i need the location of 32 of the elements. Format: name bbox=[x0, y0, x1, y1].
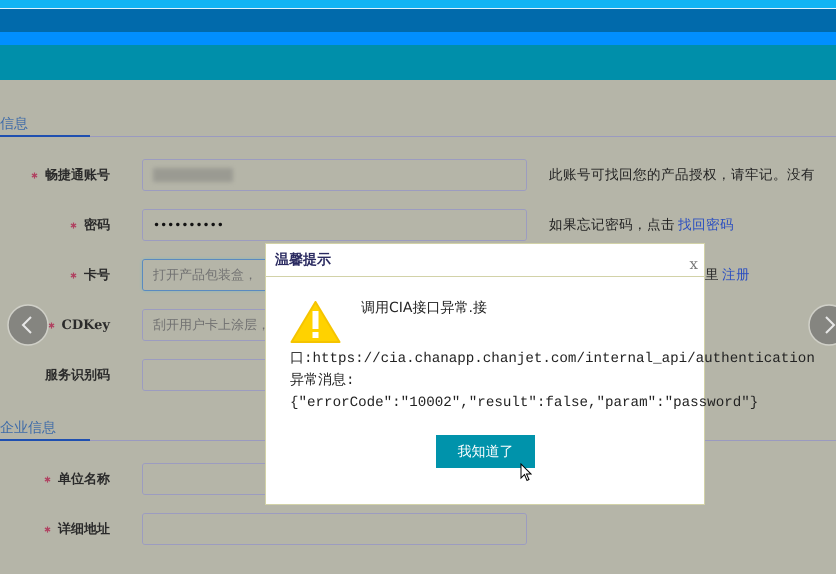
message-text: 口:https://cia.chanapp.chanjet.com/internal_api/authentication bbox=[290, 350, 815, 369]
field-label: 畅捷通账号 bbox=[45, 168, 110, 183]
required-mark-icon bbox=[31, 172, 38, 180]
required-mark-icon bbox=[44, 526, 51, 534]
field-label: 服务识别码 bbox=[45, 368, 110, 383]
field-label: 详细地址 bbox=[58, 522, 110, 537]
message-text: 异常消息: bbox=[290, 372, 355, 391]
cursor-icon bbox=[520, 463, 532, 482]
input-field[interactable] bbox=[142, 159, 527, 191]
hint-text: 里 bbox=[705, 267, 719, 283]
input-field[interactable] bbox=[142, 513, 527, 545]
required-mark-icon bbox=[48, 322, 55, 329]
field-label: 密码 bbox=[84, 218, 110, 233]
section-title: 信息 bbox=[0, 114, 90, 137]
close-button[interactable]: x bbox=[690, 255, 698, 273]
field-label: 单位名称 bbox=[58, 472, 110, 487]
required-mark-icon bbox=[44, 476, 51, 484]
message-text: 调用CIA接口异常.接 bbox=[361, 299, 487, 317]
warning-icon bbox=[290, 301, 341, 343]
dialog-title: 温馨提示 bbox=[275, 251, 331, 269]
required-mark-icon bbox=[70, 272, 77, 280]
required-mark-icon bbox=[70, 222, 77, 230]
link[interactable]: 找回密码 bbox=[678, 217, 734, 233]
field-label: 卡号 bbox=[84, 268, 110, 283]
link[interactable]: 注册 bbox=[722, 267, 750, 283]
password-field[interactable]: •••••••••• bbox=[142, 209, 527, 241]
ok-button[interactable]: 我知道了 bbox=[436, 435, 535, 468]
hint-text: 如果忘记密码，点击 bbox=[549, 217, 675, 233]
field-label: CDKey bbox=[62, 318, 110, 332]
message-text: {"errorCode":"10002","result":false,"param":"password"} bbox=[290, 394, 758, 413]
section-title: 企业信息 bbox=[0, 418, 90, 441]
hint-text: 此账号可找回您的产品授权，请牢记。没有 bbox=[549, 167, 815, 183]
